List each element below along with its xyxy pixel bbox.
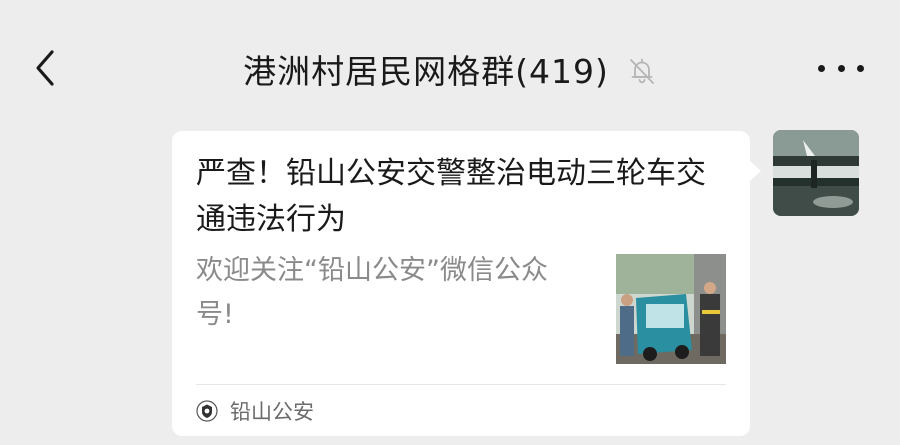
article-description: 欢迎关注“铅山公安”微信公众号!: [196, 255, 548, 330]
ellipsis-icon-dot: [818, 64, 825, 72]
article-thumbnail: [616, 254, 726, 364]
article-share-card[interactable]: 严查！铅山公安交警整治电动三轮车交通违法行为 欢迎关注“铅山公安”微信公众号! …: [172, 131, 750, 436]
chat-title: 港洲村居民网格群(419): [243, 52, 609, 91]
source-name: 铅山公安: [230, 400, 314, 424]
card-divider: [196, 384, 726, 385]
ellipsis-icon-dot: [857, 64, 864, 72]
article-title: 严查！铅山公安交警整治电动三轮车交通违法行为: [196, 156, 706, 237]
sender-avatar[interactable]: [773, 130, 859, 216]
police-badge-icon: [196, 400, 218, 422]
top-navigation-bar: 港洲村居民网格群(419): [0, 0, 900, 130]
avatar-image: [773, 130, 859, 216]
more-options-button[interactable]: [818, 52, 864, 84]
title-area: 港洲村居民网格群(419): [0, 44, 900, 94]
ellipsis-icon-dot: [837, 64, 845, 72]
bell-off-icon: [629, 58, 654, 84]
article-source[interactable]: 铅山公安: [196, 393, 314, 429]
article-photo: [616, 254, 726, 364]
message-bubble-tail: [749, 160, 761, 182]
